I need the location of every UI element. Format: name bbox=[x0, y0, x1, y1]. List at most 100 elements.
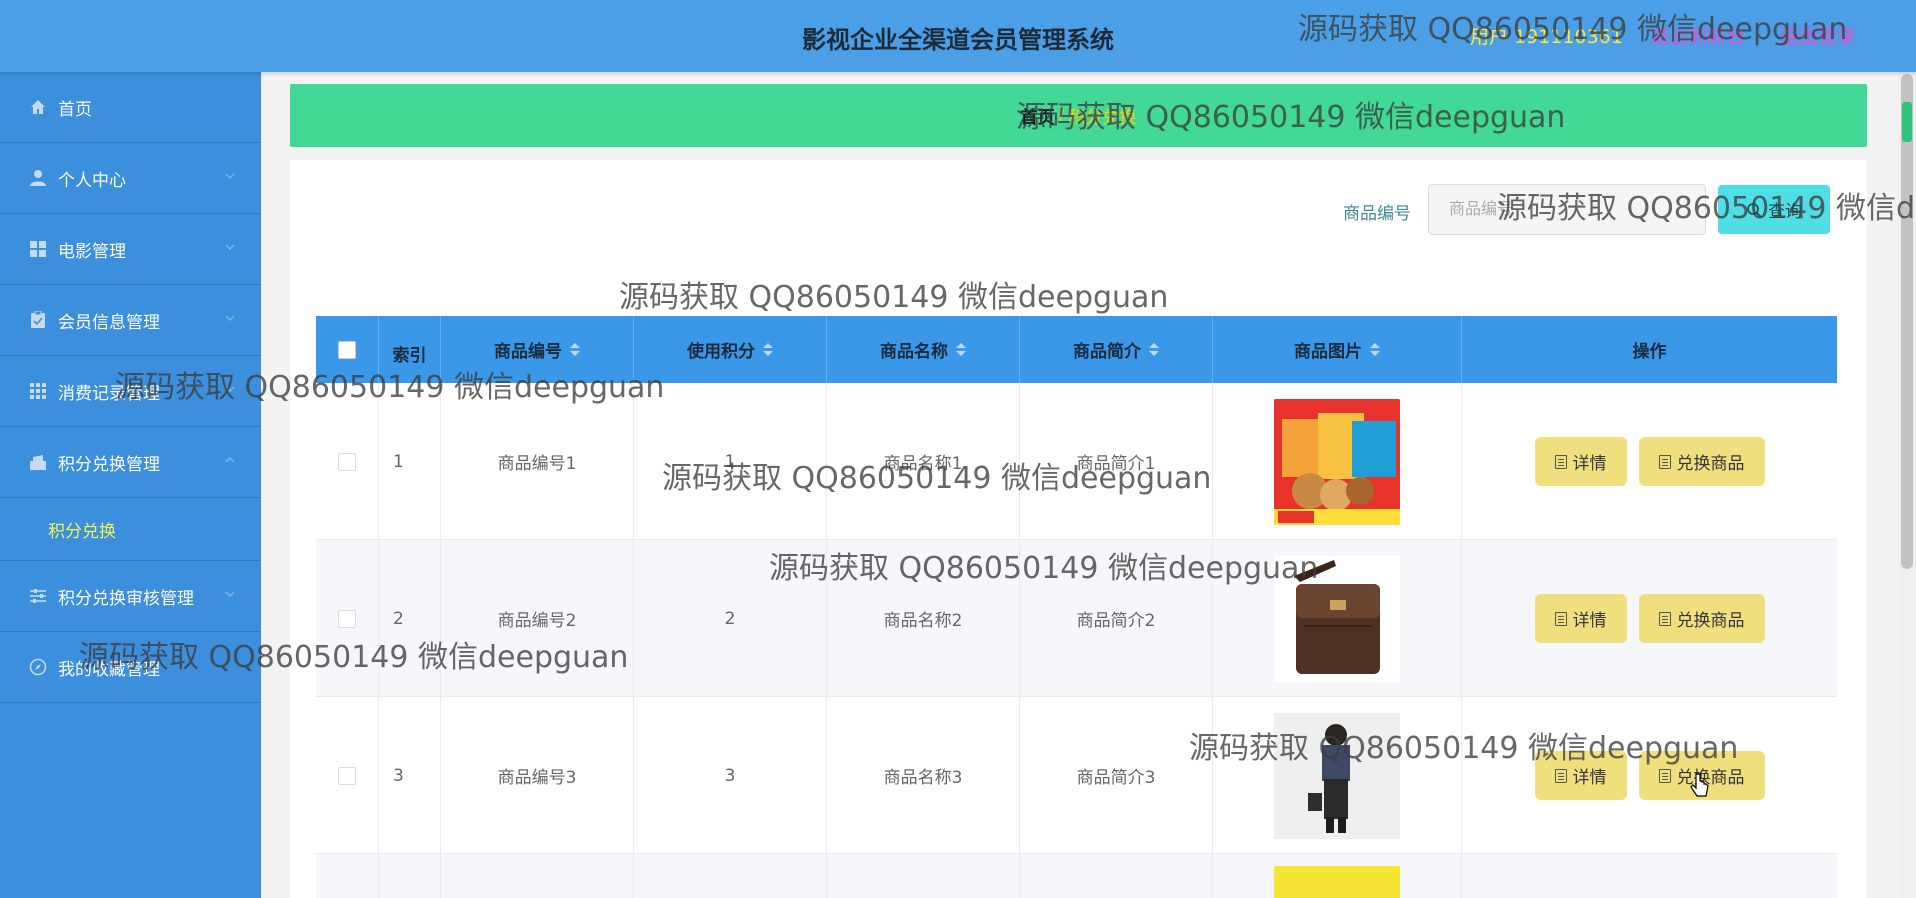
document-icon bbox=[1658, 611, 1671, 626]
home-icon bbox=[28, 97, 48, 117]
column-header-points[interactable]: 使用积分 bbox=[634, 316, 827, 383]
detail-button[interactable]: 详情 bbox=[1534, 437, 1627, 486]
sidebar-item-label: 积分兑换审核管理 bbox=[58, 588, 194, 609]
search-icon bbox=[1747, 202, 1762, 218]
chevron-down-icon bbox=[225, 173, 235, 179]
document-icon bbox=[1554, 454, 1567, 469]
table-row: 3 商品编号3 3 商品名称3 商品简介3 详情 兑换商品 bbox=[316, 697, 1837, 854]
sidebar-item-label: 电影管理 bbox=[58, 241, 126, 262]
product-image-leather-bag bbox=[1274, 555, 1400, 682]
sliders-icon bbox=[28, 586, 48, 606]
sidebar-item-member-info[interactable]: 会员信息管理 bbox=[0, 285, 261, 356]
app-title: 影视企业全渠道会员管理系统 bbox=[802, 26, 1114, 54]
row-points: 3 bbox=[634, 697, 827, 854]
sidebar-item-movie-management[interactable]: 电影管理 bbox=[0, 214, 261, 285]
row-intro: 商品简介3 bbox=[1020, 697, 1213, 854]
column-header-image[interactable]: 商品图片 bbox=[1213, 316, 1462, 383]
logout-link[interactable]: 退出登录 bbox=[1780, 22, 1856, 49]
row-checkbox[interactable] bbox=[338, 452, 356, 471]
sidebar-subitem-label: 积分兑换 bbox=[48, 521, 116, 542]
select-all-cell bbox=[316, 316, 379, 383]
column-header-intro[interactable]: 商品简介 bbox=[1020, 316, 1213, 383]
sort-icon[interactable] bbox=[570, 342, 580, 357]
sidebar-subitem-points-exchange[interactable]: 积分兑换 bbox=[0, 498, 261, 561]
compass-icon bbox=[28, 657, 48, 677]
row-code: 商品编号1 bbox=[441, 383, 634, 540]
row-points: 1 bbox=[634, 383, 827, 540]
row-code: 商品编号3 bbox=[441, 697, 634, 854]
sidebar-item-personal-center[interactable]: 个人中心 bbox=[0, 143, 261, 214]
sort-icon[interactable] bbox=[1370, 342, 1380, 357]
row-name: 商品名称1 bbox=[827, 383, 1020, 540]
search-button[interactable]: 查询 bbox=[1718, 185, 1830, 234]
row-checkbox[interactable] bbox=[338, 766, 356, 785]
product-code-search-input[interactable] bbox=[1428, 184, 1706, 235]
chevron-down-icon bbox=[225, 386, 235, 392]
search-label: 商品编号 bbox=[1343, 204, 1411, 224]
row-checkbox[interactable] bbox=[338, 609, 356, 628]
mouse-cursor-icon bbox=[1690, 773, 1709, 797]
apps-icon bbox=[28, 381, 48, 401]
sidebar-item-favorites[interactable]: 我的收藏管理 bbox=[0, 632, 261, 703]
breadcrumb: 首页 / 积分兑换 bbox=[290, 84, 1867, 147]
table-row: 1 商品编号1 1 商品名称1 商品简介1 详情 兑换商品 bbox=[316, 383, 1837, 540]
table-row: 2 商品编号2 2 商品名称2 商品简介2 详情 兑换商品 bbox=[316, 540, 1837, 697]
select-all-checkbox[interactable] bbox=[338, 340, 356, 359]
sidebar-item-label: 我的收藏管理 bbox=[58, 659, 160, 680]
row-index: 2 bbox=[379, 540, 441, 697]
detail-button[interactable]: 详情 bbox=[1534, 751, 1627, 800]
product-image-book bbox=[1274, 866, 1400, 898]
row-index: 3 bbox=[379, 697, 441, 854]
product-image-fashion-model bbox=[1274, 712, 1400, 839]
sidebar-item-label: 会员信息管理 bbox=[58, 312, 160, 333]
column-header-index: 索引 bbox=[379, 316, 441, 383]
sort-icon[interactable] bbox=[1149, 342, 1159, 357]
sidebar-item-label: 积分兑换管理 bbox=[58, 454, 160, 475]
sort-icon[interactable] bbox=[763, 342, 773, 357]
table-header: 索引 商品编号 使用积分 商品名称 商品简介 商品图片 操作 bbox=[316, 316, 1837, 383]
product-image-snack-box bbox=[1274, 398, 1400, 525]
scrollbar-thumb[interactable] bbox=[1901, 74, 1913, 569]
table-row bbox=[316, 854, 1837, 898]
column-header-code[interactable]: 商品编号 bbox=[441, 316, 634, 383]
user-label: 用户 191110361 bbox=[1470, 26, 1623, 48]
page-scrollbar[interactable] bbox=[1898, 72, 1916, 898]
sidebar-item-points-exchange[interactable]: 积分兑换管理 bbox=[0, 427, 261, 498]
breadcrumb-home[interactable]: 首页 bbox=[1021, 103, 1055, 128]
sidebar-item-label: 首页 bbox=[58, 99, 92, 120]
row-intro: 商品简介2 bbox=[1020, 540, 1213, 697]
user-icon bbox=[28, 168, 48, 188]
breadcrumb-current: 积分兑换 bbox=[1068, 108, 1137, 128]
scroll-indicator bbox=[1902, 102, 1912, 142]
sidebar-item-home[interactable]: 首页 bbox=[0, 72, 261, 143]
sidebar-item-label: 个人中心 bbox=[58, 170, 126, 191]
exchange-button[interactable]: 兑换商品 bbox=[1638, 437, 1765, 486]
grid-icon bbox=[28, 239, 48, 259]
column-header-actions: 操作 bbox=[1632, 342, 1667, 362]
column-header-name[interactable]: 商品名称 bbox=[827, 316, 1020, 383]
sort-icon[interactable] bbox=[956, 342, 966, 357]
document-icon bbox=[1658, 768, 1671, 783]
chevron-down-icon bbox=[225, 244, 235, 250]
sidebar-item-exchange-review[interactable]: 积分兑换审核管理 bbox=[0, 561, 261, 632]
top-header: 影视企业全渠道会员管理系统 用户 191110361 退出到前台 退出登录 bbox=[0, 0, 1916, 72]
search-button-label: 查询 bbox=[1768, 202, 1802, 221]
row-intro: 商品简介1 bbox=[1020, 383, 1213, 540]
detail-button[interactable]: 详情 bbox=[1534, 594, 1627, 643]
row-index: 1 bbox=[379, 383, 441, 540]
document-icon bbox=[1554, 768, 1567, 783]
exchange-icon bbox=[28, 452, 48, 472]
table-body: 1 商品编号1 1 商品名称1 商品简介1 详情 兑换商品 2 商品编号2 2 … bbox=[316, 383, 1837, 898]
chevron-up-icon bbox=[225, 457, 235, 463]
row-points: 2 bbox=[634, 540, 827, 697]
document-icon bbox=[1658, 454, 1671, 469]
sidebar: 首页 个人中心 电影管理 会员信息管理 消费记录管理 积分兑换管理 积分兑换 积… bbox=[0, 72, 261, 898]
chevron-down-icon bbox=[225, 591, 235, 597]
chevron-down-icon bbox=[225, 315, 235, 321]
breadcrumb-separator: / bbox=[1058, 105, 1065, 126]
sidebar-item-consumption-records[interactable]: 消费记录管理 bbox=[0, 356, 261, 427]
clipboard-icon bbox=[28, 310, 48, 330]
row-name: 商品名称3 bbox=[827, 697, 1020, 854]
exchange-button[interactable]: 兑换商品 bbox=[1638, 594, 1765, 643]
back-to-front-link[interactable]: 退出到前台 bbox=[1650, 22, 1745, 49]
